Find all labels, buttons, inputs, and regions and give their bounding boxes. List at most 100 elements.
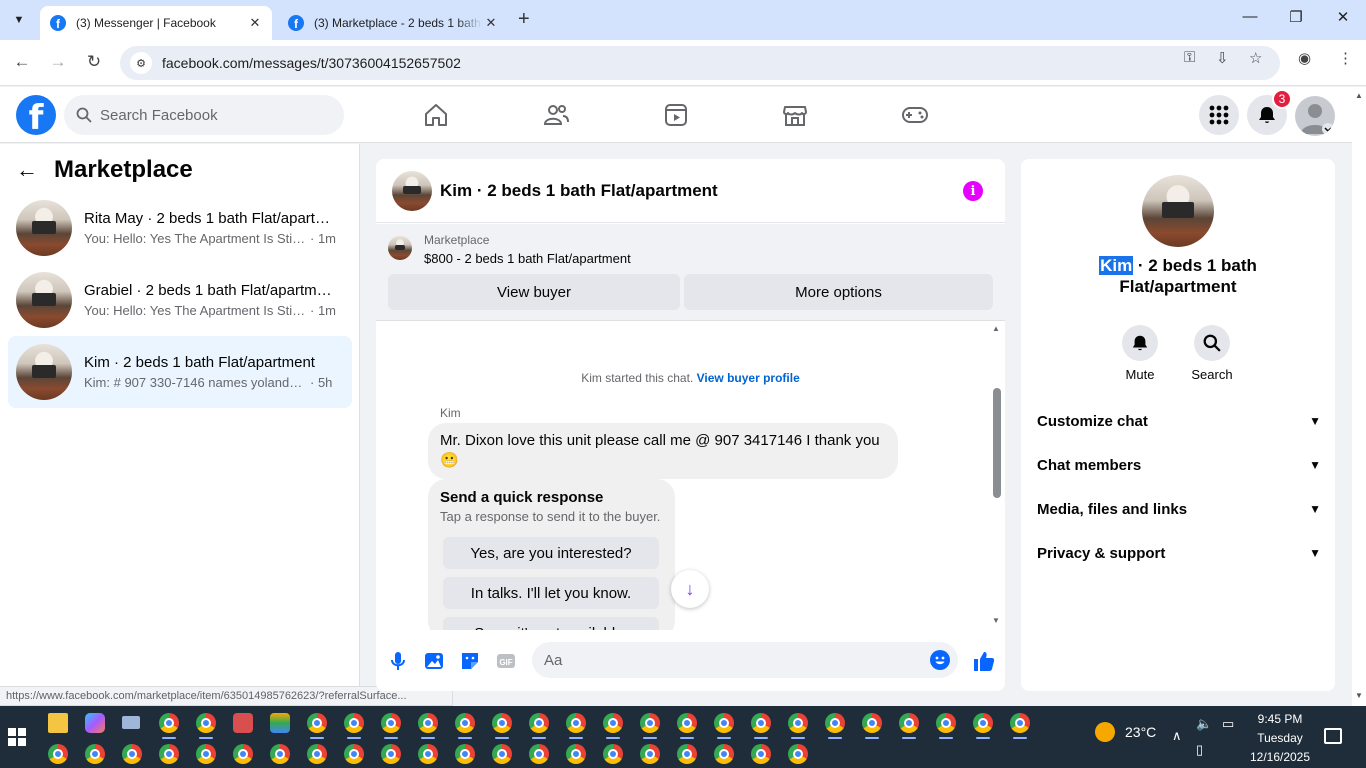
quick-response-option[interactable]: In talks. I'll let you know.	[443, 577, 659, 609]
chrome-taskbar-icon[interactable]	[233, 744, 253, 764]
chrome-taskbar-icon[interactable]	[455, 713, 475, 733]
omnibox[interactable]: ⚙ facebook.com/messages/t/30736004152657…	[120, 46, 1280, 80]
chrome-taskbar-icon[interactable]	[418, 744, 438, 764]
chrome-taskbar-icon[interactable]	[455, 744, 475, 764]
chrome-taskbar-icon[interactable]	[48, 744, 68, 764]
chrome-taskbar-icon[interactable]	[603, 744, 623, 764]
back-button[interactable]: ←	[10, 52, 34, 72]
scroll-down-arrow-icon[interactable]: ▼	[992, 616, 1000, 625]
quick-response-option[interactable]: Yes, are you interested?	[443, 537, 659, 569]
site-info-icon[interactable]: ⚙	[130, 52, 152, 74]
reload-button[interactable]: ↻	[82, 52, 106, 72]
scrollbar-thumb[interactable]	[993, 388, 1001, 498]
more-options-button[interactable]: More options	[684, 274, 993, 310]
chrome-taskbar-icon[interactable]	[492, 744, 512, 764]
gif-icon[interactable]: GIF	[495, 650, 517, 672]
scroll-up-arrow-icon[interactable]: ▲	[992, 324, 1000, 333]
facebook-logo[interactable]: f	[16, 95, 56, 135]
archive-app-icon[interactable]	[270, 713, 290, 733]
home-icon[interactable]	[422, 101, 450, 129]
chrome-taskbar-icon[interactable]	[529, 713, 549, 733]
chrome-taskbar-icon[interactable]	[677, 713, 697, 733]
message-input[interactable]: Aa	[532, 642, 958, 678]
chrome-taskbar-icon[interactable]	[714, 744, 734, 764]
page-scrollbar[interactable]: ▲ ▼	[1352, 87, 1366, 706]
chrome-taskbar-icon[interactable]	[566, 744, 586, 764]
network-icon[interactable]: ▯	[1196, 742, 1203, 758]
gaming-icon[interactable]	[901, 101, 929, 129]
close-window-button[interactable]: ✕	[1320, 8, 1366, 26]
video-icon[interactable]	[662, 101, 690, 129]
chrome-taskbar-icon[interactable]	[529, 744, 549, 764]
chrome-taskbar-icon[interactable]	[936, 713, 956, 733]
menu-grid-button[interactable]	[1199, 95, 1239, 135]
conversation-item[interactable]: Grabiel · 2 beds 1 bath Flat/apartment Y…	[8, 264, 352, 336]
install-app-icon[interactable]: ⇩	[1216, 49, 1229, 67]
chrome-taskbar-icon[interactable]	[492, 713, 512, 733]
page-scroll-down-icon[interactable]: ▼	[1355, 691, 1363, 700]
weather-widget[interactable]: 23°C	[1095, 722, 1156, 742]
chat-members-section[interactable]: Chat members ▼	[1037, 455, 1321, 475]
page-scroll-up-icon[interactable]: ▲	[1355, 91, 1363, 100]
new-tab-button[interactable]: +	[518, 8, 530, 31]
sticker-icon[interactable]	[459, 650, 481, 672]
file-explorer-icon[interactable]	[48, 713, 68, 733]
windows-start-icon[interactable]	[8, 728, 26, 746]
paint-app-icon[interactable]	[233, 713, 253, 733]
quick-response-option[interactable]: Sorry, it's not available.	[443, 617, 659, 630]
incoming-message[interactable]: Mr. Dixon love this unit please call me …	[428, 423, 898, 479]
conversation-item-active[interactable]: Kim · 2 beds 1 bath Flat/apartment Kim: …	[8, 336, 352, 408]
photo-icon[interactable]	[423, 650, 445, 672]
search-chat-button[interactable]: Search	[1177, 325, 1247, 382]
copilot-icon[interactable]	[85, 713, 105, 733]
account-avatar[interactable]	[1295, 96, 1335, 136]
chrome-taskbar-icon[interactable]	[566, 713, 586, 733]
view-buyer-button[interactable]: View buyer	[388, 274, 680, 310]
customize-chat-section[interactable]: Customize chat ▼	[1037, 411, 1321, 431]
chrome-taskbar-icon[interactable]	[640, 713, 660, 733]
tab-search-button[interactable]: ▼	[6, 7, 32, 33]
battery-icon[interactable]: ▭	[1222, 716, 1234, 732]
chrome-menu-icon[interactable]: ⋮	[1338, 49, 1353, 67]
close-tab-icon[interactable]: ✕	[482, 15, 500, 31]
privacy-support-section[interactable]: Privacy & support ▼	[1037, 543, 1321, 563]
mute-button[interactable]: Mute	[1105, 325, 1175, 382]
tray-chevron-icon[interactable]: ∧	[1172, 728, 1182, 744]
bookmark-star-icon[interactable]: ☆	[1249, 49, 1262, 67]
password-key-icon[interactable]: ⚿	[1184, 49, 1195, 66]
chrome-taskbar-icon[interactable]	[307, 744, 327, 764]
chrome-taskbar-icon[interactable]	[1010, 713, 1030, 733]
chrome-taskbar-icon[interactable]	[344, 744, 364, 764]
scroll-to-bottom-button[interactable]: ↓	[671, 570, 709, 608]
chrome-taskbar-icon[interactable]	[196, 744, 216, 764]
chrome-taskbar-icon[interactable]	[381, 744, 401, 764]
marketplace-icon[interactable]	[781, 101, 809, 129]
chrome-taskbar-icon[interactable]	[640, 744, 660, 764]
chrome-taskbar-icon[interactable]	[344, 713, 364, 733]
back-arrow-icon[interactable]: ←	[16, 157, 38, 183]
media-files-links-section[interactable]: Media, files and links ▼	[1037, 499, 1321, 519]
chrome-taskbar-icon[interactable]	[899, 713, 919, 733]
friends-icon[interactable]	[542, 101, 570, 129]
chrome-taskbar-icon[interactable]	[85, 744, 105, 764]
chrome-taskbar-icon[interactable]	[751, 744, 771, 764]
details-thumbnail[interactable]	[1142, 175, 1214, 247]
chrome-taskbar-icon[interactable]	[381, 713, 401, 733]
close-tab-icon[interactable]: ✕	[246, 15, 264, 31]
chrome-taskbar-icon[interactable]	[788, 744, 808, 764]
microphone-icon[interactable]	[387, 650, 409, 672]
tab-messenger[interactable]: f (3) Messenger | Facebook ✕	[40, 6, 272, 40]
chrome-taskbar-icon[interactable]	[159, 744, 179, 764]
chrome-taskbar-icon[interactable]	[862, 713, 882, 733]
chrome-taskbar-icon[interactable]	[714, 713, 734, 733]
chrome-taskbar-icon[interactable]	[788, 713, 808, 733]
chrome-taskbar-icon[interactable]	[677, 744, 697, 764]
keyboard-icon[interactable]	[122, 716, 140, 729]
minimize-button[interactable]: —	[1227, 8, 1273, 25]
info-icon[interactable]: i	[963, 181, 983, 201]
chrome-taskbar-icon[interactable]	[159, 713, 179, 733]
search-input[interactable]: Search Facebook	[64, 95, 344, 135]
conversation-item[interactable]: Rita May · 2 beds 1 bath Flat/apartment …	[8, 192, 352, 264]
speaker-icon[interactable]: 🔈	[1196, 716, 1212, 732]
view-buyer-profile-link[interactable]: View buyer profile	[697, 371, 800, 385]
